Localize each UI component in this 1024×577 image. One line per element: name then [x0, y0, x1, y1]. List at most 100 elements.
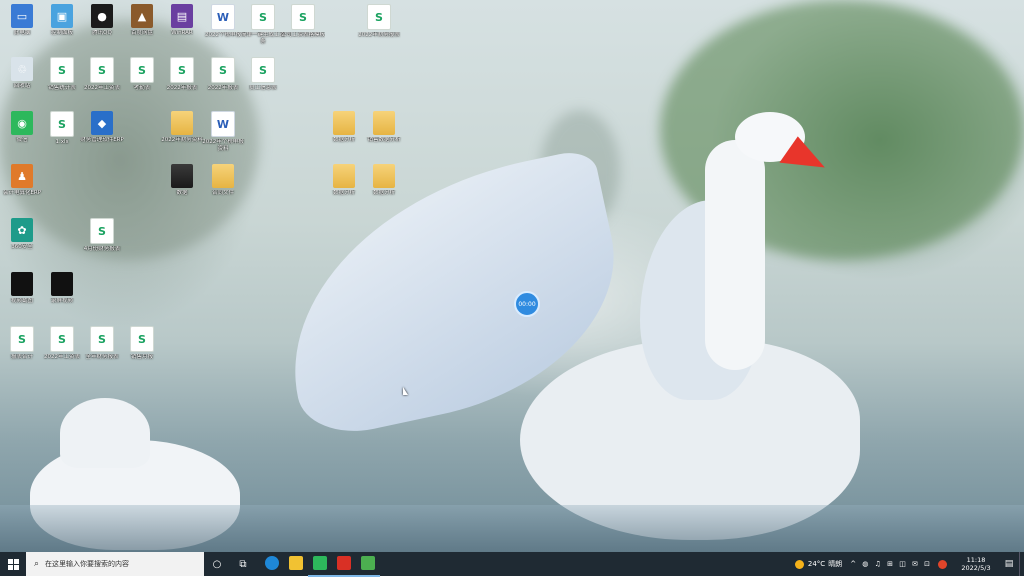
desktop-icon[interactable]: W 2022年个税申报资料	[202, 111, 244, 153]
sheet-icon: S	[251, 4, 275, 30]
desktop-icon[interactable]: ● 腾讯QQ	[82, 4, 122, 37]
desktop-icon-label: 视频截图	[10, 298, 33, 304]
desktop-icon-label: 回收站	[13, 83, 31, 89]
cortana-button[interactable]: ○	[204, 552, 230, 576]
bin-icon: ♲	[11, 57, 33, 81]
sheet-icon: S	[130, 326, 154, 352]
desktop-icon[interactable]: S 2022年财务报表	[358, 4, 400, 39]
windows-logo-icon	[7, 558, 19, 570]
desktop-icon[interactable]: S 报表合计	[2, 326, 42, 361]
sheet-icon: S	[367, 4, 391, 30]
desktop-icon[interactable]: W 2022个税申报	[203, 4, 243, 39]
desktop-icon[interactable]: ✿ 360安全	[2, 218, 42, 251]
taskbar-app-wps[interactable]	[332, 551, 356, 577]
taskbar-pinned-apps	[260, 551, 380, 577]
desktop-icon-label: 2022年个税申报资料	[202, 139, 244, 152]
desktop-icon-label: 销售统计表	[48, 85, 76, 91]
pc-icon: ▭	[11, 4, 33, 28]
taskbar-app-file-explorer[interactable]	[284, 551, 308, 575]
desktop-icon-label: 考勤表	[133, 85, 151, 91]
folder-icon	[373, 111, 395, 135]
desktop-icon[interactable]: S 简单一键生成工资条	[241, 4, 285, 46]
desktop-icon-label: 员工信息表	[249, 85, 277, 91]
sheet-icon: S	[50, 57, 74, 83]
system-tray-icons[interactable]: ^ ◍ ♫ ⊞ ◫ ✉ ⊡	[850, 560, 932, 568]
sheet-icon: S	[90, 57, 114, 83]
desktop-icon-label: 2022年工资表	[84, 85, 120, 91]
desktop-icon[interactable]: S 2022年工资表	[82, 57, 122, 92]
desktop-icon[interactable]: 销售数据分析	[364, 111, 404, 144]
desktop-icon[interactable]: S 全年财务报表	[82, 326, 122, 361]
desktop-icon[interactable]: 数据	[162, 164, 202, 197]
desktop-icon-label: 1.xls	[55, 139, 69, 145]
desktop-icon[interactable]: 录屏视频	[42, 272, 82, 305]
taskbar-app-active-app[interactable]	[356, 551, 380, 577]
desktop-icon[interactable]: ♟ 会计电算化ERP	[2, 164, 42, 197]
show-desktop-strip[interactable]	[1019, 552, 1024, 576]
desktop-icon[interactable]: 合同文件	[203, 164, 243, 197]
ctrl-icon: ▣	[51, 4, 73, 28]
wallpaper-water	[0, 505, 1024, 552]
wallpaper-swan-neck	[705, 140, 765, 370]
start-button[interactable]	[0, 552, 26, 576]
taskbar-app-wechat[interactable]	[308, 551, 332, 577]
erp-icon: ◆	[91, 111, 113, 135]
sheet-icon: S	[90, 326, 114, 352]
desktop-icon[interactable]: 视频截图	[2, 272, 42, 305]
desktop-icon-label: WinRAR	[171, 30, 193, 36]
weather-widget[interactable]: 24°C 晴朗	[794, 559, 842, 569]
desktop-icon-label: 数据分析	[332, 190, 355, 196]
wps-tray-icon[interactable]	[938, 559, 947, 569]
desktop-icon[interactable]: S 公司工资表格模板	[281, 4, 325, 39]
sheet-icon: S	[211, 57, 235, 83]
desktop-icon-label: 2022年财务资料	[161, 137, 203, 143]
desktop-icon[interactable]: 数据分析	[324, 164, 364, 197]
task-view-button[interactable]: ⧉	[230, 552, 256, 576]
thumb-icon	[51, 272, 73, 296]
desktop-icon[interactable]: S 销售统计表	[42, 57, 82, 92]
desktop-icon[interactable]: ▭ 此电脑	[2, 4, 42, 37]
recording-timer-button[interactable]: 00:00	[514, 291, 540, 317]
desktop-icon[interactable]: ♲ 回收站	[2, 57, 42, 90]
folder-icon	[212, 164, 234, 188]
desktop-icon[interactable]: 数据分析	[324, 111, 364, 144]
desktop-icon[interactable]: 数据分析	[364, 164, 404, 197]
desktop-icon[interactable]: ◆ 财务管理软件ERP	[80, 111, 124, 144]
desktop-icon-label: 360安全	[11, 244, 33, 250]
search-placeholder: 在这里输入你要搜索的内容	[45, 560, 130, 568]
desktop-icon[interactable]: ▤ WinRAR	[162, 4, 202, 37]
clock[interactable]: 11:18 2022/5/3	[953, 556, 999, 572]
clock-time: 11:18	[966, 556, 986, 564]
desktop-icon[interactable]: S 2022年工资表	[42, 326, 82, 361]
desktop-icon[interactable]: ◉ 微信	[2, 111, 42, 144]
notification-button[interactable]: ▤	[999, 552, 1019, 576]
desktop-icon[interactable]: S 员工信息表	[243, 57, 283, 92]
desktop-icon-label: 销售数据分析	[367, 137, 401, 143]
desktop-icon[interactable]: S 销售月报	[122, 326, 162, 361]
notification-icon: ▤	[1004, 559, 1014, 569]
desktop-icon[interactable]: S 2022年报表	[203, 57, 243, 92]
folder-dark-icon	[171, 164, 193, 188]
sheet-icon: S	[251, 57, 275, 83]
desktop-icon-label: 会计电算化ERP	[2, 190, 42, 196]
wechat-icon	[313, 556, 327, 570]
desktop-icon-label: 微信	[16, 137, 28, 143]
desktop-icon[interactable]: ▣ 控制面板	[42, 4, 82, 37]
desktop-icon[interactable]: S 2022年报表	[162, 57, 202, 92]
taskbar-app-edge[interactable]	[260, 551, 284, 575]
folder-icon	[333, 111, 355, 135]
wallpaper-small-swan-neck	[60, 398, 150, 468]
desktop-icon[interactable]: S 1.xls	[42, 111, 82, 146]
desktop-icon-label: 百度网盘	[130, 30, 153, 36]
sheet-icon: S	[170, 57, 194, 83]
desktop-icon-label: 数据	[176, 190, 188, 196]
desktop-icon[interactable]: 2022年财务资料	[161, 111, 203, 144]
desktop-icon[interactable]: ▲ 百度网盘	[122, 4, 162, 37]
desktop-icon[interactable]: S 考勤表	[122, 57, 162, 92]
search-icon: ⌕	[34, 559, 40, 569]
taskbar-search-box[interactable]: ⌕ 在这里输入你要搜索的内容	[26, 552, 204, 576]
desktop-icon-label: 财务管理软件ERP	[80, 137, 124, 143]
folder-icon	[373, 164, 395, 188]
desktop-icon[interactable]: S 4月份财务报表	[82, 218, 122, 253]
taskbar: ⌕ 在这里输入你要搜索的内容 ○ ⧉ 24°C 晴朗 ^ ◍ ♫ ⊞ ◫ ✉ ⊡…	[0, 551, 1024, 577]
